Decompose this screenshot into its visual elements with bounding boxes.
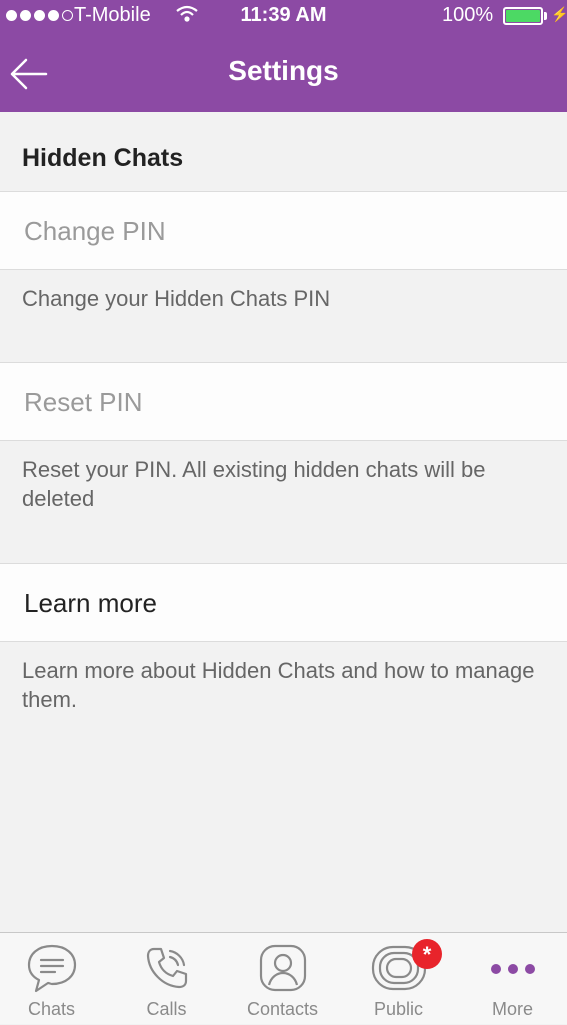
status-bar: T-Mobile 11:39 AM 100% ⚡ xyxy=(0,0,567,32)
reset-pin-row[interactable]: Reset PIN xyxy=(0,363,567,441)
phone-icon xyxy=(146,947,187,989)
battery-icon xyxy=(503,7,543,25)
reset-pin-description-block: Reset your PIN. All existing hidden chat… xyxy=(0,441,567,564)
tab-calls[interactable]: Calls xyxy=(110,933,223,1025)
more-dots-icon xyxy=(490,964,535,974)
change-pin-row[interactable]: Change PIN xyxy=(0,192,567,270)
tab-label-more: More xyxy=(491,999,533,1019)
chat-bubble-icon xyxy=(27,944,76,993)
app-header: T-Mobile 11:39 AM 100% ⚡ Settings xyxy=(0,0,567,112)
tab-label-public: Public xyxy=(373,999,424,1019)
battery-tip xyxy=(544,12,547,20)
battery-percentage: 100% xyxy=(442,4,494,26)
page-title: Settings xyxy=(228,55,339,86)
learn-more-label: Learn more xyxy=(24,588,157,618)
tab-bar: Chats Calls Contacts Public More xyxy=(0,932,567,1024)
learn-more-description: Learn more about Hidden Chats and how to… xyxy=(22,658,535,712)
learn-more-row[interactable]: Learn more xyxy=(0,564,567,642)
change-pin-label: Change PIN xyxy=(24,216,166,246)
tab-label-contacts: Contacts xyxy=(246,999,319,1019)
section-header: Hidden Chats xyxy=(0,112,567,192)
public-notification-badge: * xyxy=(412,939,442,969)
tab-label-chats: Chats xyxy=(27,999,76,1019)
reset-pin-label: Reset PIN xyxy=(24,387,143,417)
learn-more-description-block: Learn more about Hidden Chats and how to… xyxy=(0,642,567,932)
tab-contacts[interactable]: Contacts xyxy=(226,933,339,1025)
charging-bolt-icon: ⚡ xyxy=(551,6,567,22)
battery-level xyxy=(506,10,540,22)
change-pin-description: Change your Hidden Chats PIN xyxy=(22,286,331,311)
reset-pin-description: Reset your PIN. All existing hidden chat… xyxy=(22,457,486,511)
tab-chats[interactable]: Chats xyxy=(0,933,108,1025)
section-title: Hidden Chats xyxy=(22,144,184,172)
tab-more[interactable]: More xyxy=(456,933,567,1025)
tab-label-calls: Calls xyxy=(146,999,187,1019)
change-pin-description-block: Change your Hidden Chats PIN xyxy=(0,270,567,363)
contact-icon xyxy=(259,944,306,992)
